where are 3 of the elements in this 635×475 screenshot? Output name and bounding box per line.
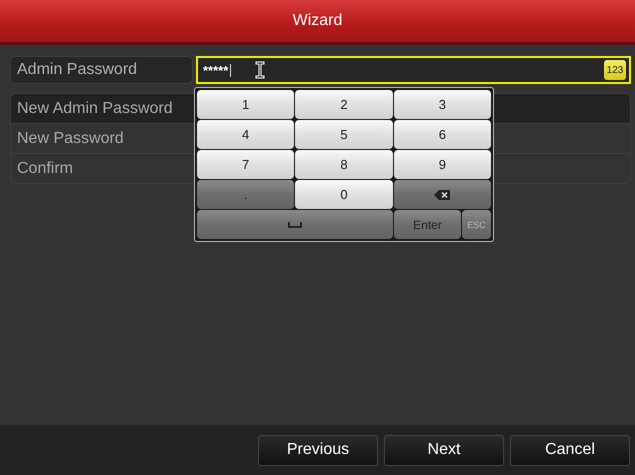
password-value: *****: [203, 62, 228, 78]
field-label: Admin Password: [17, 61, 138, 79]
window-title: Wizard: [292, 12, 342, 30]
